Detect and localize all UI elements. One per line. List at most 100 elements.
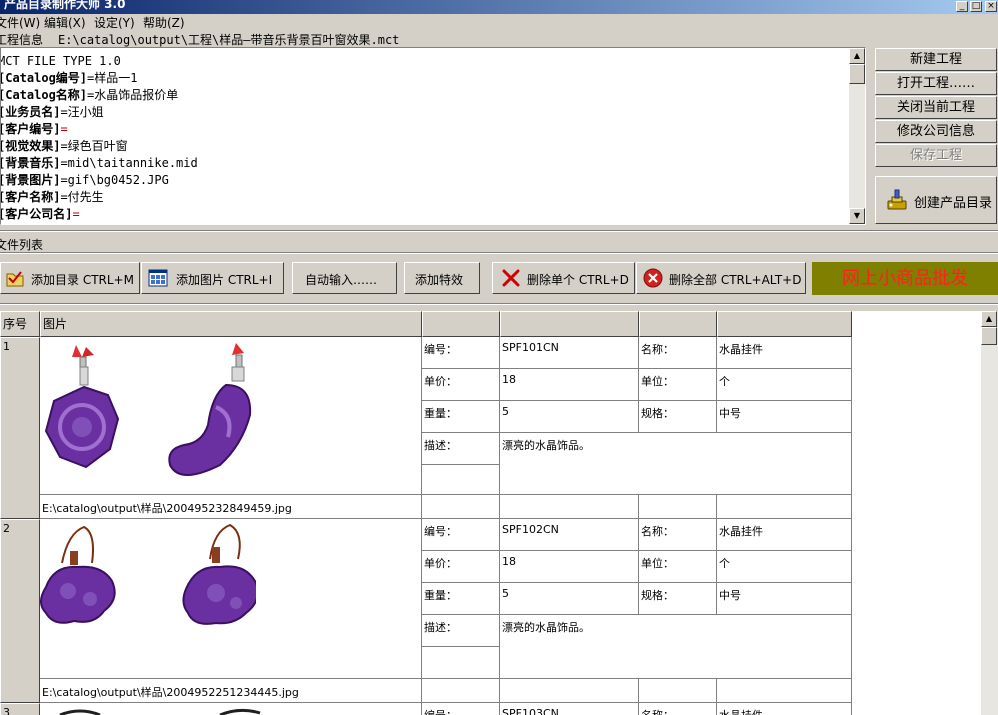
field-label-code: 编号： [422, 703, 500, 715]
add-effect-button[interactable]: 添加特效 [404, 262, 480, 294]
row-seq[interactable]: 3 [0, 703, 40, 715]
scroll-up-icon[interactable]: ▲ [981, 311, 997, 327]
field-label-desc: 描述： [422, 615, 500, 647]
open-project-button[interactable]: 打开工程…… [875, 72, 997, 95]
field-label-price: 单价： [422, 369, 500, 401]
grid-header-c3[interactable] [422, 311, 500, 337]
delete-all-button[interactable]: 删除全部 CTRL+ALT+D [636, 262, 806, 294]
memo-line: [视觉效果]=绿色百叶窗 [0, 139, 128, 153]
memo-line: [Catalog名称]=水晶饰品报价单 [0, 88, 179, 102]
memo-line: [Catalog编号]=样品一1 [0, 71, 138, 85]
product-file-path[interactable]: E:\catalog\output\样品\2004952251234445.jp… [40, 679, 422, 703]
field-code[interactable]: SPF101CN [500, 337, 639, 369]
save-project-button[interactable]: 保存工程 [875, 144, 997, 167]
menu-help[interactable]: 帮助(Z) [143, 14, 185, 31]
product-image-cell[interactable] [40, 703, 422, 715]
product-grid: 序号 图片 1 E:\catalog\output\样品\20049523284… [0, 311, 981, 715]
field-price[interactable]: 18 [500, 369, 639, 401]
auto-input-button[interactable]: 自动输入…… [292, 262, 397, 294]
scroll-thumb[interactable] [981, 327, 997, 345]
memo-line: [客户公司名]= [0, 207, 80, 221]
delete-circle-icon [643, 268, 663, 288]
field-unit[interactable]: 个 [717, 369, 852, 401]
empty-cell [500, 679, 639, 703]
file-list-label: 文件列表 [0, 238, 44, 252]
row-seq[interactable]: 1 [0, 337, 40, 519]
field-code[interactable]: SPF103CN [500, 703, 639, 715]
field-label-spec: 规格： [639, 401, 717, 433]
product-image-cell[interactable] [40, 519, 422, 679]
wholesale-banner-link[interactable]: 网上小商品批发 [812, 262, 998, 295]
create-catalog-button[interactable]: 创建产品目录 [875, 176, 997, 224]
field-name[interactable]: 水晶挂件 [717, 337, 852, 369]
product-file-path[interactable]: E:\catalog\output\样品\200495232849459.jpg [40, 495, 422, 519]
scroll-thumb[interactable] [849, 64, 865, 84]
maximize-icon[interactable]: □ [970, 1, 982, 12]
close-project-button[interactable]: 关闭当前工程 [875, 96, 997, 119]
close-icon[interactable]: × [985, 1, 997, 12]
memo-scrollbar[interactable]: ▲ ▼ [849, 48, 865, 224]
row-seq[interactable]: 2 [0, 519, 40, 703]
menu-bar: 文件(W) 编辑(X) 设定(Y) 帮助(Z) [0, 14, 998, 30]
field-spec[interactable]: 中号 [717, 583, 852, 615]
grid-header-c5[interactable] [639, 311, 717, 337]
memo-line: [背景音乐]=mid\taitannike.mid [0, 156, 198, 170]
field-unit[interactable]: 个 [717, 551, 852, 583]
divider [0, 303, 998, 305]
memo-line: [客户编号]= [0, 122, 68, 136]
new-project-button[interactable]: 新建工程 [875, 48, 997, 71]
empty-cell [422, 495, 500, 519]
grid-header-c4[interactable] [500, 311, 639, 337]
title-bar: 产品目录制作大师 3.0 _ □ × [0, 0, 998, 14]
field-desc[interactable]: 漂亮的水晶饰品。 [500, 433, 852, 495]
menu-settings[interactable]: 设定(Y) [94, 14, 135, 31]
menu-file[interactable]: 文件(W) [0, 14, 40, 31]
field-label-spec: 规格： [639, 583, 717, 615]
product-image [44, 343, 252, 476]
field-label-name: 名称： [639, 703, 717, 715]
grid-scrollbar[interactable]: ▲ [981, 311, 998, 715]
project-memo[interactable]: MCT FILE TYPE 1.0 [Catalog编号]=样品一1 [Cata… [0, 47, 866, 225]
grid-header-image[interactable]: 图片 [40, 311, 422, 337]
divider [0, 230, 998, 232]
empty-cell [717, 679, 852, 703]
field-price[interactable]: 18 [500, 551, 639, 583]
field-desc[interactable]: 漂亮的水晶饰品。 [500, 615, 852, 679]
add-image-button[interactable]: 添加图片 CTRL+I [141, 262, 284, 294]
field-label-code: 编号： [422, 519, 500, 551]
field-code[interactable]: SPF102CN [500, 519, 639, 551]
divider [0, 252, 998, 254]
memo-line: [客户名称]=付先生 [0, 190, 104, 204]
add-catalog-button[interactable]: 添加目录 CTRL+M [0, 262, 140, 294]
grid-header-seq[interactable]: 序号 [0, 311, 40, 337]
field-weight[interactable]: 5 [500, 583, 639, 615]
empty-cell [717, 495, 852, 519]
scroll-up-icon[interactable]: ▲ [849, 48, 865, 64]
field-label-unit: 单位： [639, 551, 717, 583]
field-label-name: 名称： [639, 337, 717, 369]
create-catalog-label: 创建产品目录 [914, 196, 993, 211]
project-info: 工程信息 E:\catalog\output\工程\样品—带音乐背景百叶窗效果.… [0, 30, 870, 47]
memo-line: MCT FILE TYPE 1.0 [0, 54, 121, 68]
product-image-cell[interactable] [40, 337, 422, 495]
edit-company-button[interactable]: 修改公司信息 [875, 120, 997, 143]
grid-header-c6[interactable] [717, 311, 852, 337]
memo-line: [背景图片]=gif\bg0452.JPG [0, 173, 169, 187]
minimize-icon[interactable]: _ [956, 1, 968, 12]
field-label-price: 单价： [422, 551, 500, 583]
memo-line: [业务员名]=汪小姐 [0, 105, 104, 119]
project-info-label: 工程信息 [0, 33, 44, 47]
delete-one-button[interactable]: 删除单个 CTRL+D [492, 262, 635, 294]
x-mark-icon [502, 269, 520, 287]
window-title: 产品目录制作大师 3.0 [4, 0, 126, 11]
folder-check-icon [6, 271, 24, 287]
scroll-down-icon[interactable]: ▼ [849, 208, 865, 224]
field-spec[interactable]: 中号 [717, 401, 852, 433]
product-image [59, 708, 261, 715]
menu-edit[interactable]: 编辑(X) [44, 14, 86, 31]
field-label-desc: 描述： [422, 433, 500, 465]
field-name[interactable]: 水晶挂件 [717, 703, 852, 715]
field-name[interactable]: 水晶挂件 [717, 519, 852, 551]
project-path: E:\catalog\output\工程\样品—带音乐背景百叶窗效果.mct [58, 33, 400, 47]
field-weight[interactable]: 5 [500, 401, 639, 433]
